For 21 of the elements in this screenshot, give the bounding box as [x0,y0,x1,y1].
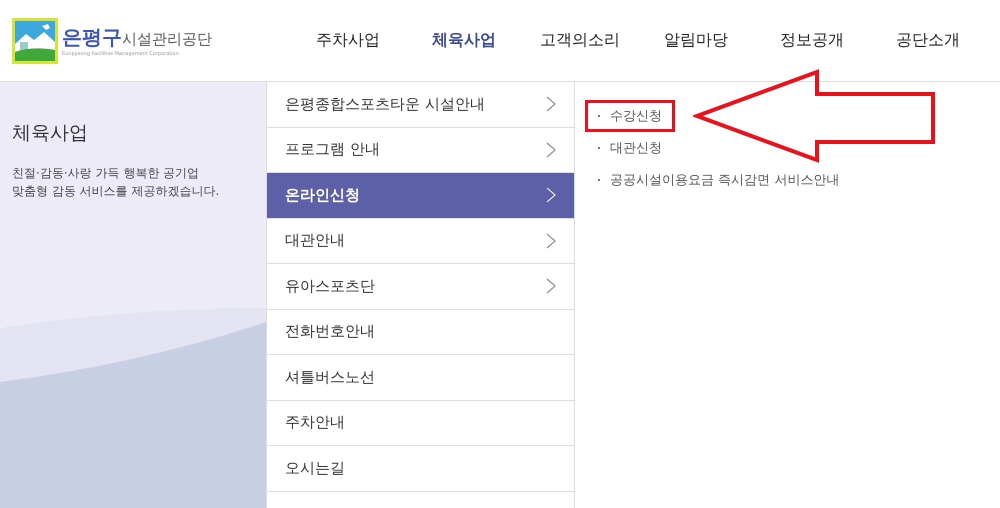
menu-item[interactable]: 셔틀버스노선 [267,355,574,400]
logo-icon [12,18,58,64]
nav-tab[interactable]: 고객의소리 [522,30,638,51]
menu-item[interactable]: 은평종합스포츠타운 시설안내 [267,82,574,128]
nav-tab[interactable]: 주차사업 [290,30,406,51]
nav-tab[interactable]: 체육사업 [406,30,522,51]
submenu-link[interactable]: 대관신청 [585,132,675,164]
section-description: 친절·감동·사랑 가득 행복한 공기업 맞춤형 감동 서비스를 제공하겠습니다. [12,165,220,200]
section-title: 체육사업 [12,121,89,146]
nav-tab[interactable]: 정보공개 [754,30,870,51]
menu-item[interactable]: 오시는길 [267,446,574,492]
submenu-link[interactable]: 공공시설이용요금 즉시감면 서비스안내 [585,164,852,196]
menu-item[interactable]: 대관안내 [267,218,574,264]
submenu-link[interactable]: 수강신청 [585,100,675,132]
menu-item[interactable]: 온라인신청 [267,173,574,218]
menu-item[interactable]: 주차안내 [267,400,574,446]
nav-tab[interactable]: 공단소개 [870,30,986,51]
menu-item[interactable]: 유아스포츠단 [267,264,574,310]
nav-tab[interactable]: 알림마당 [638,30,754,51]
logo-text: 은평구시설관리공단 [62,24,212,51]
menu-item[interactable]: 전화번호안내 [267,310,574,355]
